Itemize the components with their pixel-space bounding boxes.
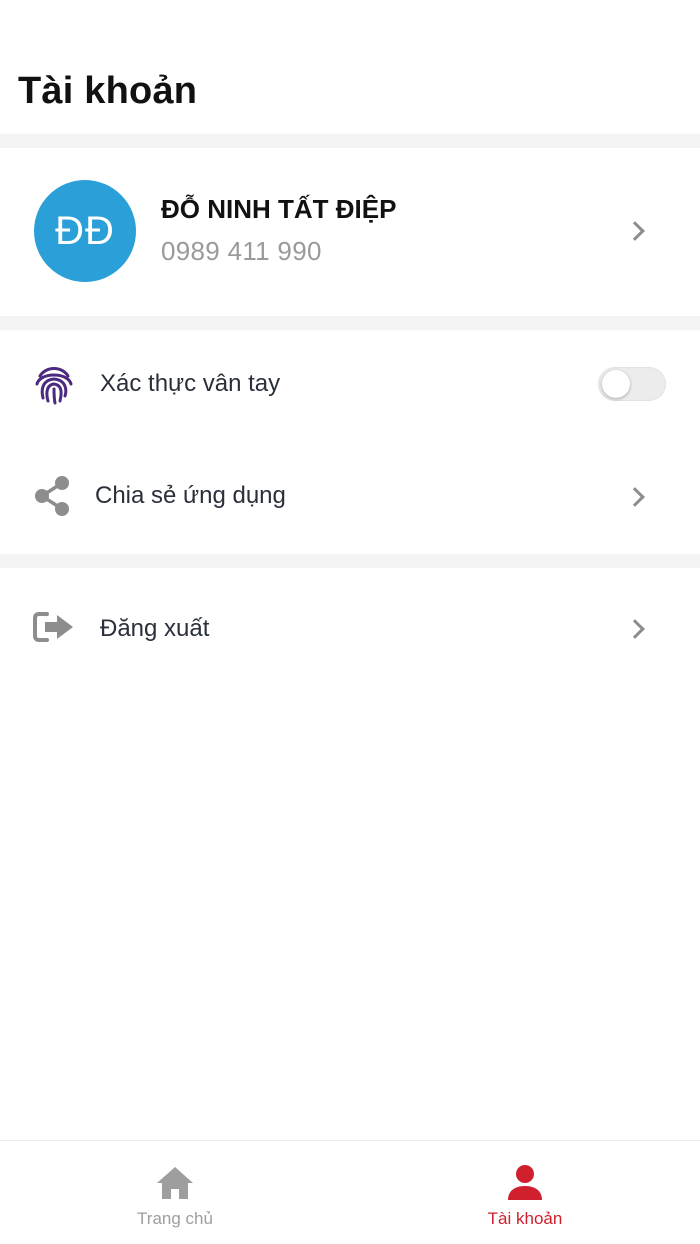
person-icon <box>505 1163 545 1203</box>
chevron-right-icon <box>625 221 645 241</box>
toggle-knob <box>602 370 630 398</box>
share-row[interactable]: Chia sẻ ứng dụng <box>0 440 700 554</box>
section-divider <box>0 134 700 148</box>
page-title: Tài khoản <box>18 70 198 112</box>
tab-account[interactable]: Tài khoản <box>350 1141 700 1244</box>
tab-home[interactable]: Trang chủ <box>0 1141 350 1244</box>
profile-phone: 0989 411 990 <box>161 236 322 266</box>
tab-account-label: Tài khoản <box>487 1209 563 1228</box>
fingerprint-row: Xác thực vân tay <box>0 330 700 440</box>
fingerprint-label: Xác thực vân tay <box>100 370 281 397</box>
share-label: Chia sẻ ứng dụng <box>95 482 286 509</box>
logout-row[interactable]: Đăng xuất <box>0 568 700 688</box>
chevron-right-icon <box>625 487 645 507</box>
section-divider <box>0 316 700 330</box>
avatar: ĐĐ <box>34 180 136 282</box>
share-icon <box>32 474 72 518</box>
fingerprint-toggle[interactable] <box>598 367 666 401</box>
section-divider <box>0 554 700 568</box>
profile-card[interactable]: ĐĐ ĐỖ NINH TẤT ĐIỆP 0989 411 990 <box>0 148 700 316</box>
avatar-initials: ĐĐ <box>55 208 115 253</box>
header: Tài khoản <box>0 0 700 134</box>
tab-bar: Trang chủ Tài khoản <box>0 1140 700 1244</box>
profile-name: ĐỖ NINH TẤT ĐIỆP <box>161 194 397 224</box>
fingerprint-icon <box>32 362 76 406</box>
chevron-right-icon <box>625 619 645 639</box>
logout-icon <box>33 610 77 644</box>
tab-home-label: Trang chủ <box>137 1209 213 1228</box>
home-icon <box>155 1163 195 1203</box>
logout-label: Đăng xuất <box>100 615 210 642</box>
